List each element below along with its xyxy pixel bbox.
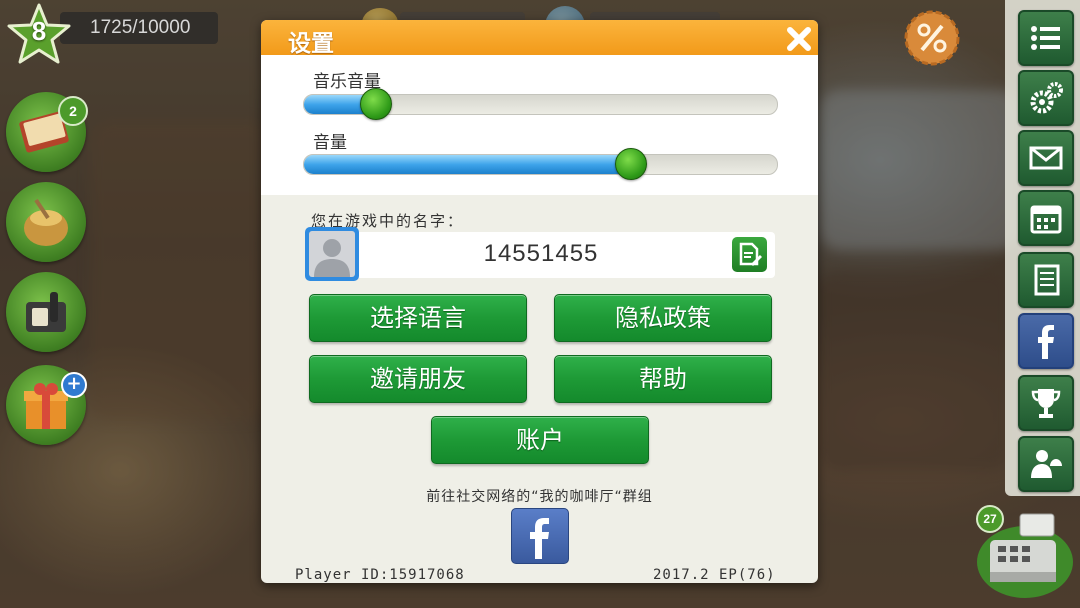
calendar-icon (1030, 205, 1062, 234)
sound-volume-handle[interactable] (615, 148, 648, 180)
ingredients-button[interactable] (6, 182, 86, 262)
staff-button[interactable] (1018, 436, 1074, 492)
edit-icon (739, 242, 762, 266)
notes-icon (1034, 264, 1060, 296)
xp-value: 1725/10000 (90, 17, 191, 38)
phone-icon (26, 292, 66, 332)
percent-icon[interactable] (902, 8, 962, 68)
music-volume-handle[interactable] (359, 88, 392, 120)
account-button[interactable]: 账户 (431, 416, 649, 464)
gift-plus-badge: + (61, 372, 87, 398)
dialog-header (261, 20, 818, 55)
select-language-button[interactable]: 选择语言 (309, 294, 527, 342)
sound-volume-label: 音量 (313, 133, 347, 153)
volume-section: 音乐音量 音量 (261, 55, 818, 195)
gears-icon (1030, 82, 1063, 114)
sound-volume-slider[interactable] (303, 148, 778, 180)
list-button[interactable] (1018, 10, 1074, 66)
facebook-button[interactable] (1018, 313, 1074, 369)
user-silhouette-icon (314, 239, 350, 277)
music-volume-slider[interactable] (303, 88, 778, 120)
register-count-badge: 27 (976, 505, 1004, 533)
trophy-button[interactable] (1018, 375, 1074, 431)
mail-icon (1029, 146, 1063, 170)
player-level: 8 (31, 16, 47, 46)
mail-button[interactable] (1018, 130, 1074, 186)
list-icon (1031, 26, 1060, 50)
version-text: 2017.2 EP(76) (653, 567, 776, 583)
invite-friends-button[interactable]: 邀请朋友 (309, 355, 527, 403)
player-id: Player ID:15917068 (295, 567, 465, 583)
edit-name-button[interactable] (732, 237, 767, 272)
notes-button[interactable] (1018, 252, 1074, 308)
facebook-group-button[interactable] (511, 508, 569, 564)
facebook-icon (530, 518, 549, 559)
close-icon[interactable] (784, 24, 814, 54)
trophy-icon (1031, 389, 1061, 418)
facebook-icon (1038, 325, 1054, 359)
player-name-value: 14551455 (483, 240, 599, 267)
phone-button[interactable] (6, 272, 86, 352)
settings-dialog: 设置 音乐音量 音量 您在游戏中的名字： 14551455 选择语言 隐私政策 … (261, 20, 818, 583)
calendar-button[interactable] (1018, 190, 1074, 246)
avatar[interactable] (305, 227, 359, 281)
dialog-title: 设置 (288, 31, 334, 57)
social-group-text: 前往社交网络的“我的咖啡厅“群组 (426, 489, 653, 505)
privacy-policy-button[interactable]: 隐私政策 (554, 294, 772, 342)
sound-volume-fill (304, 155, 631, 174)
recipes-count-badge: 2 (58, 96, 88, 126)
waiter-icon (1031, 450, 1062, 478)
settings-button[interactable] (1018, 70, 1074, 126)
help-button[interactable]: 帮助 (554, 355, 772, 403)
ingredients-bag-icon (24, 198, 68, 246)
